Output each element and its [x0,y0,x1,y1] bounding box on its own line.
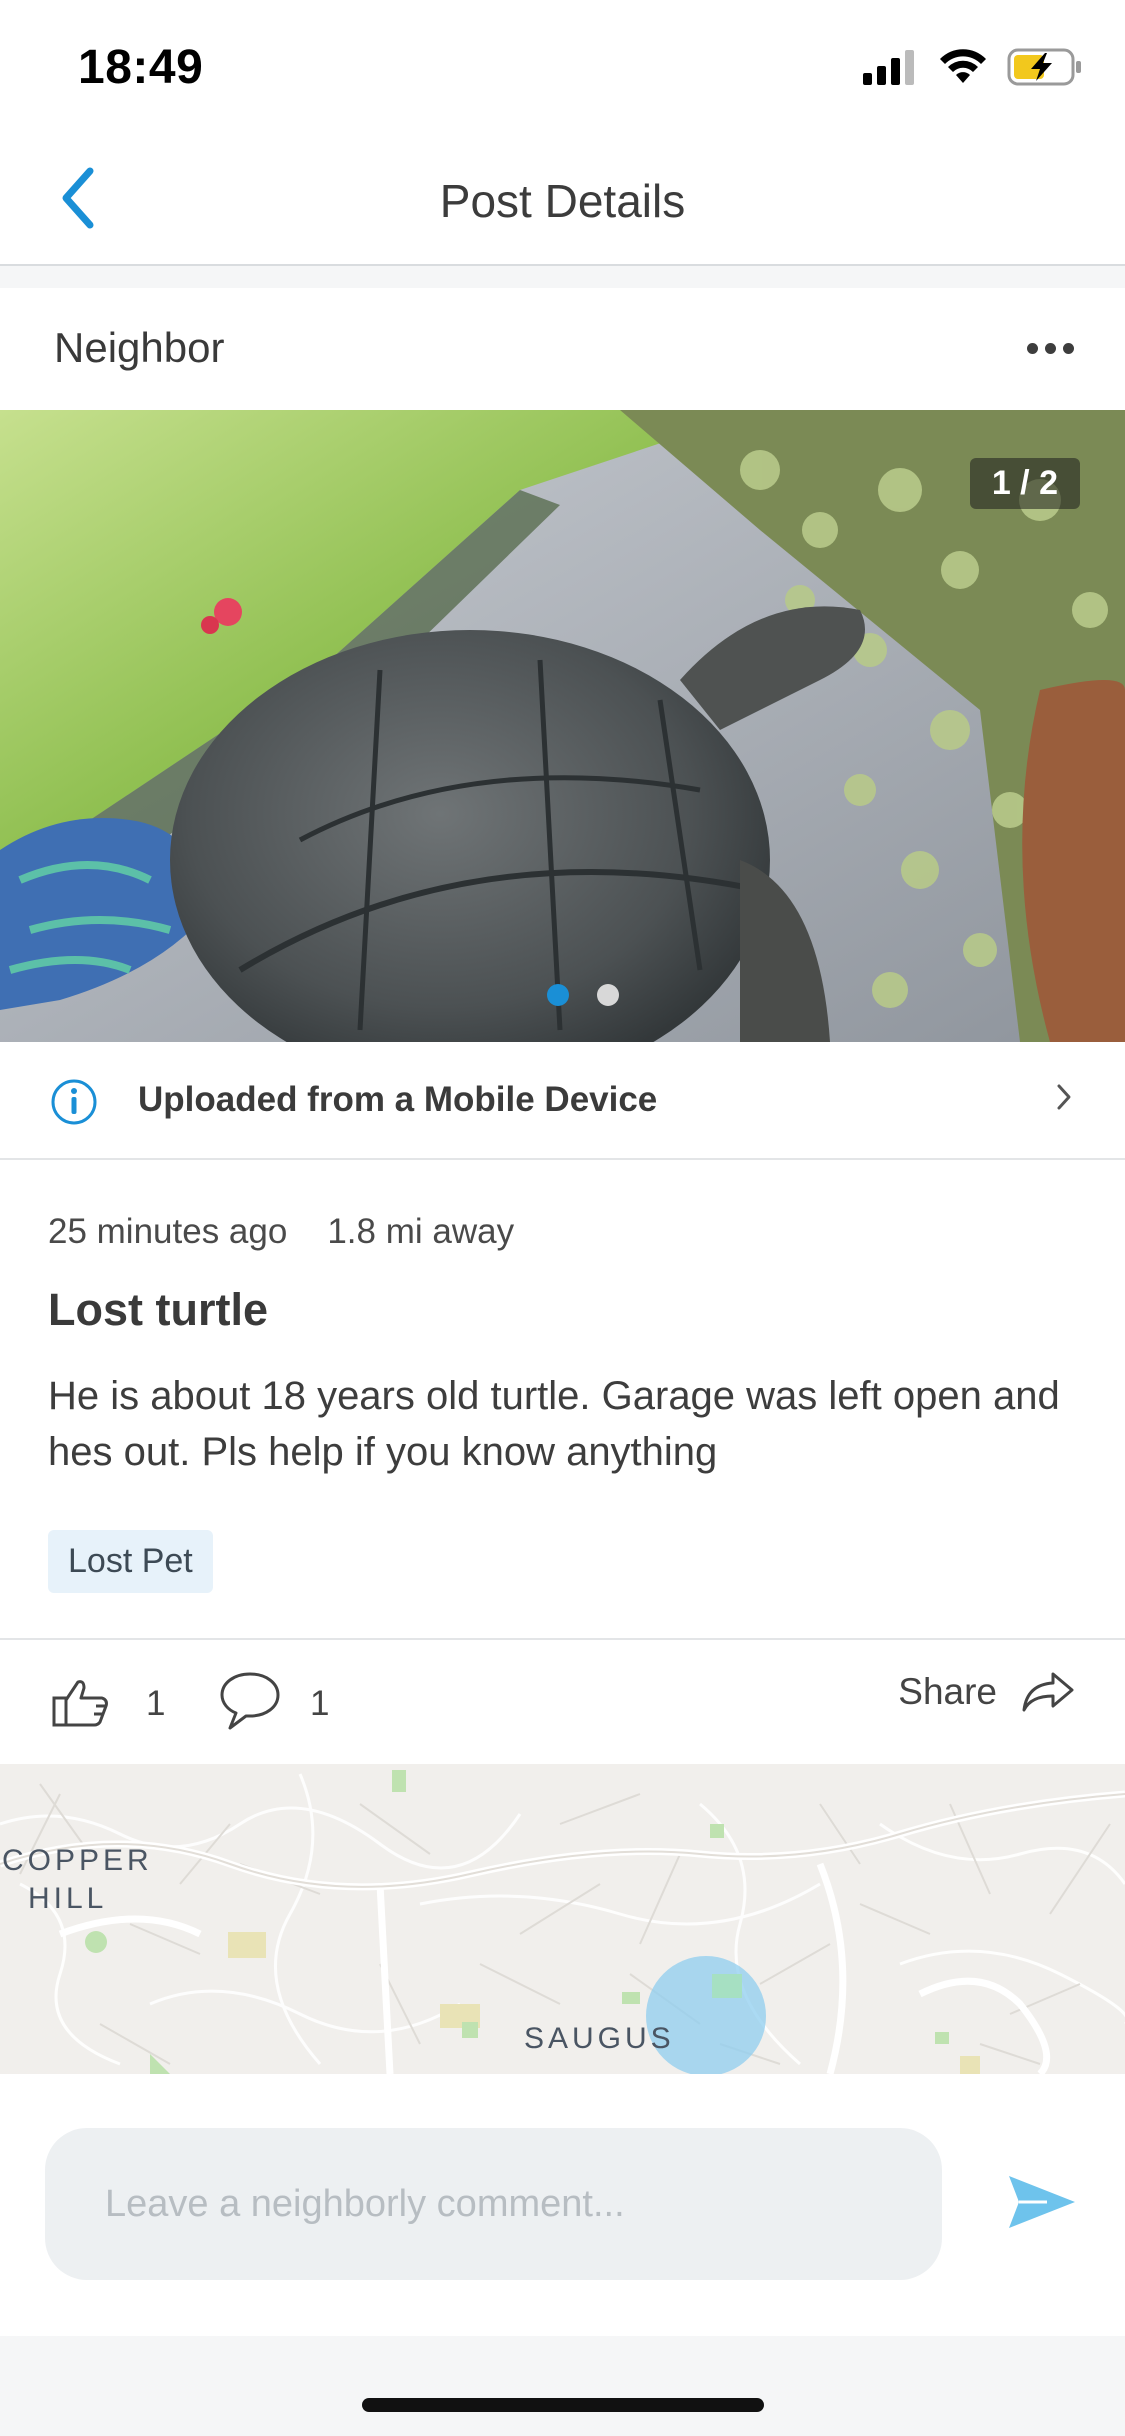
location-map[interactable]: COPPER HILL SAUGUS [0,1764,1125,2074]
pagination-dot[interactable] [596,984,619,1006]
photo-pagination [0,984,1125,1006]
status-time: 18:49 [78,41,204,94]
pagination-dot-active[interactable] [546,984,569,1006]
post-distance: 1.8 mi away [327,1212,515,1251]
info-icon [51,1079,97,1125]
comment-count: 1 [310,1684,330,1723]
post-author: Neighbor [54,324,225,371]
upload-source-row[interactable]: Uploaded from a Mobile Device [0,1042,1125,1160]
home-indicator [362,2398,764,2412]
status-bar: 18:49 [0,0,1125,140]
post-time: 25 minutes ago [48,1212,288,1251]
thumbs-up-icon [52,1680,108,1727]
post-card: Neighbor 1 / 2 Uploaded from a Mobile De… [0,288,1125,1638]
more-options-button[interactable] [1015,318,1085,378]
ellipsis-icon-dot [1062,342,1074,354]
chevron-right-icon [1057,1084,1071,1110]
comment-input[interactable] [45,2128,942,2280]
comment-bubble-icon [220,1672,280,1730]
cellular-signal-icon [863,50,914,85]
map-label-copper: COPPER [2,1844,153,1877]
wifi-icon [940,49,986,83]
send-button[interactable] [1007,2174,1077,2235]
upload-source-label: Uploaded from a Mobile Device [138,1080,658,1119]
category-tag[interactable]: Lost Pet [48,1530,213,1593]
battery-charging-icon [1007,48,1081,86]
comment-button[interactable] [218,1670,282,1737]
status-icons [863,48,1083,86]
share-label: Share [898,1671,997,1712]
share-button[interactable]: Share [898,1670,1075,1714]
photo-counter: 1 / 2 [969,458,1080,509]
post-photo[interactable]: 1 / 2 [0,410,1125,1042]
like-button[interactable] [52,1678,110,1733]
post-body: He is about 18 years old turtle. Garage … [48,1374,1060,1474]
post-header: Neighbor [0,288,1125,410]
share-arrow-icon [1022,1672,1074,1712]
like-count: 1 [146,1684,166,1723]
post-title: Lost turtle [48,1284,268,1335]
ellipsis-icon-dot [1026,342,1038,354]
page-title: Post Details [439,175,686,227]
comment-composer [0,2074,1125,2336]
post-actions: 1 1 Share [0,1638,1125,1764]
post-meta: 25 minutes ago 1.8 mi away [48,1212,514,1252]
turtle-photo [0,410,1125,1042]
send-icon [1009,2176,1075,2228]
map-label-hill: HILL [28,1882,108,1915]
nav-bar: Post Details [0,140,1125,266]
map-label-saugus: SAUGUS [524,2022,675,2055]
ellipsis-icon-dot [1044,342,1056,354]
